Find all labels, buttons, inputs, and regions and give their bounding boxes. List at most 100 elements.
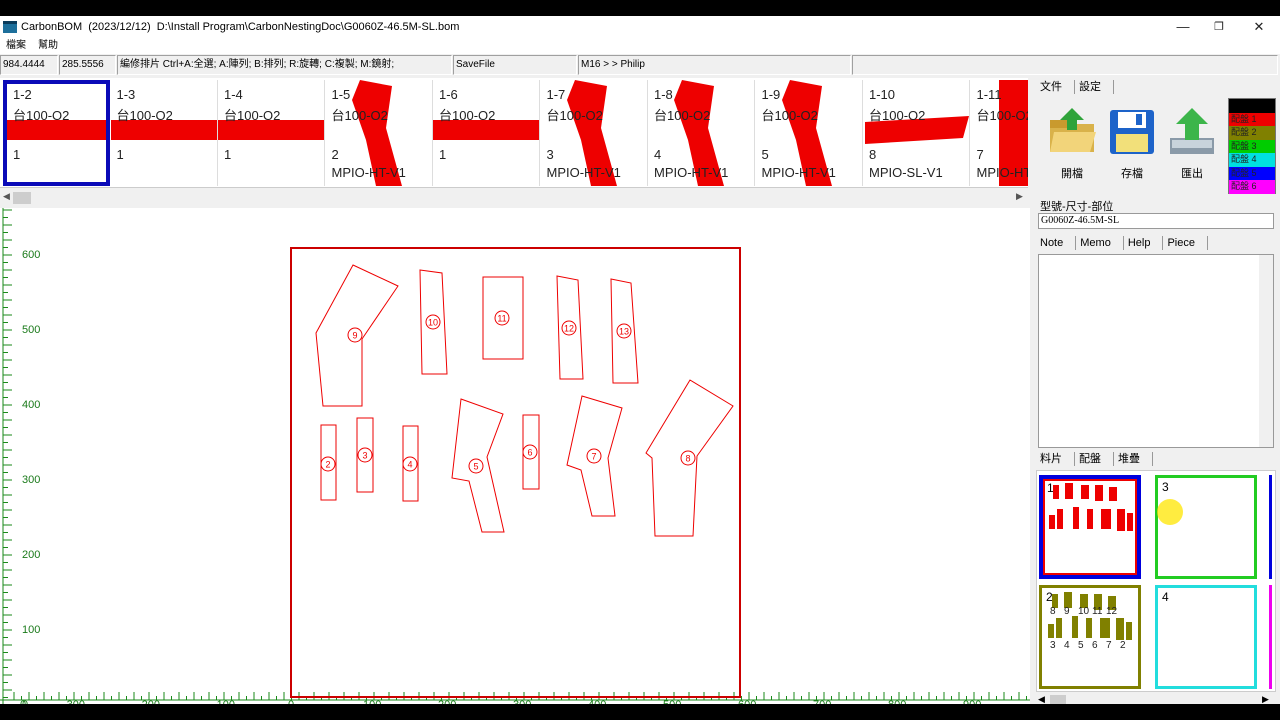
plate-preview-piece — [1087, 509, 1093, 529]
plate-piece-label: 3 — [1050, 640, 1056, 651]
piece-qty: 4 — [654, 147, 662, 162]
bottom-tabs: 料片 配盤 堆疊 — [1036, 452, 1153, 466]
floppy-disk-icon — [1110, 110, 1154, 154]
export-button[interactable]: 匯出 — [1162, 106, 1222, 180]
plate-scroll-right-icon[interactable]: ▶ — [1262, 694, 1269, 704]
plate-thumb-partial[interactable] — [1269, 585, 1275, 689]
x-tick-label: 700 — [813, 699, 831, 704]
save-file-button[interactable]: 存檔 — [1102, 106, 1162, 180]
tab-plates[interactable]: 配盤 — [1075, 452, 1114, 466]
plate-color-item[interactable]: 配盤 4 — [1229, 153, 1275, 167]
window-title: CarbonBOM (2023/12/12) D:\Install Progra… — [21, 21, 460, 33]
x-tick-label: 100 — [363, 699, 381, 704]
plate-preview-piece — [1049, 515, 1055, 529]
piece-number: 11 — [497, 314, 506, 324]
plate-preview-piece — [1116, 618, 1124, 640]
piece-card[interactable]: 1-7 台100-O2 3 MPIO-HT-V1 — [541, 80, 648, 186]
tab-settings[interactable]: 設定 — [1075, 80, 1114, 94]
plate-color-item[interactable]: 配盤 5 — [1229, 166, 1275, 180]
tab-note[interactable]: Note — [1036, 236, 1077, 250]
plate-color-item[interactable]: 配盤 2 — [1229, 126, 1275, 140]
piece-number: 9 — [352, 331, 357, 341]
piece-id: 1-3 — [116, 87, 136, 102]
plate-number: 3 — [1162, 480, 1169, 494]
piece-card[interactable]: 1-10 台100-O2 8 MPIO-SL-V1 — [863, 80, 970, 186]
plate-preview-piece — [1117, 509, 1125, 531]
piece-card[interactable]: 1-5 台100-O2 2 MPIO-HT-V1 — [326, 80, 433, 186]
plate-color-item[interactable] — [1229, 99, 1275, 113]
piece-strip-scrollbar[interactable]: ◀ ▶ — [0, 190, 1028, 206]
scroll-right-icon[interactable]: ▶ — [1016, 191, 1023, 202]
plate-thumb[interactable]: 1 — [1039, 475, 1141, 579]
piece-card[interactable]: 1-8 台100-O2 4 MPIO-HT-V1 — [648, 80, 755, 186]
scroll-left-icon[interactable]: ◀ — [3, 191, 10, 202]
note-scrollbar[interactable] — [1259, 255, 1273, 447]
tab-help[interactable]: Help — [1124, 236, 1164, 250]
piece-card[interactable]: 1-11 台100-O2 7 MPIO-HT-V1 — [971, 80, 1029, 186]
plate-thumb[interactable]: 2 8 9 10 11 12 2 3 4 5 6 7 — [1039, 585, 1141, 689]
plate-piece-label: 2 — [1120, 640, 1126, 651]
tab-stack[interactable]: 堆疊 — [1114, 452, 1153, 466]
plate-preview-piece — [1073, 507, 1079, 529]
piece-card[interactable]: 1-6 台100-O2 1 — [433, 80, 540, 186]
folder-open-icon — [1050, 108, 1096, 152]
piece-qty: 1 — [116, 147, 124, 162]
plate-scrollbar[interactable]: ◀ ▶ — [1036, 694, 1276, 704]
plate-color-item[interactable]: 配盤 1 — [1229, 112, 1275, 126]
cursor-y: 285.5556 — [59, 55, 116, 75]
menu-file[interactable]: 檔案 — [0, 38, 32, 54]
menu-help[interactable]: 幫助 — [32, 38, 64, 54]
piece-material: 台100-O2 — [976, 108, 1029, 123]
plate-piece-label: 10 — [1078, 606, 1090, 617]
close-button[interactable]: ✕ — [1240, 16, 1278, 38]
x-tick-label: 600 — [738, 699, 756, 704]
plate-thumb[interactable]: 3 — [1155, 475, 1257, 579]
plate-number: 4 — [1162, 590, 1169, 604]
piece-number: 13 — [619, 327, 629, 337]
app-icon — [3, 21, 17, 33]
minimize-button[interactable]: — — [1164, 16, 1202, 38]
piece-model: MPIO-HT-V1 — [331, 165, 406, 180]
app-window: CarbonBOM (2023/12/12) D:\Install Progra… — [0, 16, 1280, 704]
tab-piece[interactable]: Piece — [1163, 236, 1208, 250]
y-tick-label: 0 — [20, 699, 26, 704]
plate-scroll-thumb[interactable] — [1050, 695, 1066, 704]
plate-thumbnails: 1 3 2 8 9 10 11 12 2 3 4 5 6 7 4 — [1036, 470, 1276, 692]
piece-material: 台100-O2 — [116, 108, 173, 123]
nesting-canvas[interactable]: 600 500 400 300 200 100 0 -300 -200 -100 0 100 200 30… — [0, 208, 1030, 704]
open-file-button[interactable]: 開檔 — [1042, 106, 1102, 180]
plate-preview-piece — [1100, 618, 1110, 638]
tab-memo[interactable]: Memo — [1076, 236, 1124, 250]
open-file-label: 開檔 — [1061, 168, 1083, 180]
plate-scroll-left-icon[interactable]: ◀ — [1038, 694, 1045, 704]
piece-material: 台100-O2 — [869, 108, 926, 123]
plate-piece-label: 8 — [1050, 606, 1056, 617]
piece-id: 1-4 — [224, 87, 243, 102]
note-textarea[interactable] — [1038, 254, 1274, 448]
x-tick-label: 200 — [438, 699, 456, 704]
nesting-svg[interactable]: 600 500 400 300 200 100 0 -300 -200 -100 0 100 200 30… — [0, 208, 1030, 704]
plate-preview: 8 9 10 11 12 2 3 4 5 6 7 — [1048, 592, 1132, 651]
export-label: 匯出 — [1181, 168, 1203, 180]
scroll-thumb[interactable] — [13, 192, 31, 204]
piece-card[interactable]: 1-2 台100-O2 1 — [3, 80, 110, 186]
piece-id: 1-6 — [439, 87, 458, 102]
plate-thumb[interactable]: 4 — [1155, 585, 1257, 689]
tab-document[interactable]: 文件 — [1036, 80, 1075, 94]
piece-qty: 1 — [439, 147, 447, 162]
part-name-field[interactable]: G0060Z-46.5M-SL — [1038, 213, 1274, 229]
piece-qty: 8 — [869, 147, 877, 162]
plate-color-list[interactable]: 配盤 1 配盤 2 配盤 3 配盤 4 配盤 5 配盤 6 — [1228, 98, 1276, 194]
piece-card[interactable]: 1-9 台100-O2 5 MPIO-HT-V1 — [756, 80, 863, 186]
plate-color-item[interactable]: 配盤 3 — [1229, 139, 1275, 153]
plate-thumb-partial[interactable] — [1269, 475, 1275, 579]
piece-material: 台100-O2 — [761, 108, 818, 123]
y-tick-label: 400 — [22, 399, 40, 411]
tab-pieces[interactable]: 料片 — [1036, 452, 1075, 466]
piece-card[interactable]: 1-3 台100-O2 1 — [110, 80, 218, 186]
piece-model: MPIO-HT-V1 — [654, 165, 729, 180]
plate-preview-piece — [1056, 618, 1062, 638]
maximize-button[interactable]: ❐ — [1200, 16, 1238, 38]
plate-color-item[interactable]: 配盤 6 — [1229, 180, 1275, 194]
piece-card[interactable]: 1-4 台100-O2 1 — [218, 80, 325, 186]
